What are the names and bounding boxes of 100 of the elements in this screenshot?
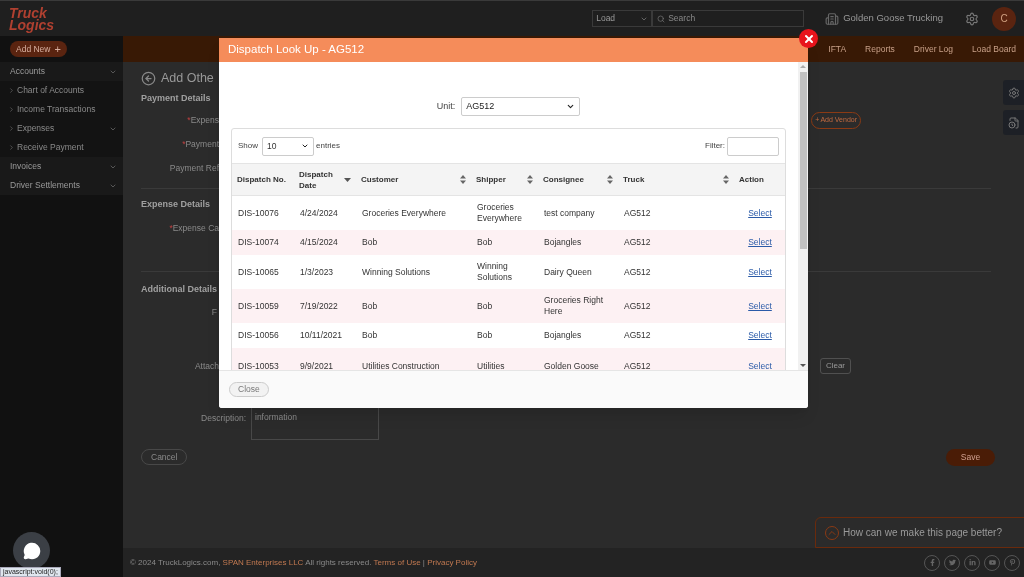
settings-icon[interactable] <box>965 11 979 26</box>
table-cell: Bob <box>477 330 493 341</box>
section-heading: Payment Details <box>141 92 211 106</box>
table-cell: 9/9/2021 <box>300 360 334 370</box>
nav-tab[interactable]: Load Board <box>972 42 1016 56</box>
column-header[interactable]: Dispatch No. <box>237 174 286 185</box>
table-cell: Bob <box>362 330 378 341</box>
select-link[interactable]: Select <box>748 360 772 370</box>
column-header[interactable]: Customer <box>361 174 399 185</box>
sort-icon <box>460 175 466 184</box>
column-header[interactable]: Shipper <box>476 174 506 185</box>
select-link[interactable]: Select <box>748 266 772 278</box>
field-label: *Expens <box>187 113 219 127</box>
save-button[interactable]: Save <box>946 448 995 466</box>
table-cell: 10/11/2021 <box>300 330 342 341</box>
table-cell: DIS-10076 <box>238 207 279 219</box>
table-cell: Dairy Queen <box>544 266 592 278</box>
select-link[interactable]: Select <box>748 237 772 248</box>
scroll-up-icon[interactable] <box>800 62 806 70</box>
privacy-link[interactable]: Privacy Policy <box>427 557 477 567</box>
building-icon <box>825 11 840 26</box>
scrollbar[interactable] <box>798 62 808 370</box>
feedback-tab[interactable]: How can we make this page better? <box>815 517 1024 548</box>
table-cell: Winning Solutions <box>362 266 431 278</box>
select-link[interactable]: Select <box>748 207 772 219</box>
clear-button[interactable]: Clear <box>819 358 851 374</box>
sort-icon <box>527 175 533 184</box>
field-label: *Expense Ca <box>169 221 219 235</box>
search-scope-select[interactable]: Load <box>592 10 653 27</box>
field-label: Attach <box>194 359 219 373</box>
table-cell: DIS-10053 <box>238 360 279 370</box>
filter-label: Filter: <box>705 140 725 152</box>
table-row[interactable]: DIS-10053 9/9/2021 Utilities Construction Utilities Golden Goose AG512 Select <box>232 348 785 370</box>
table-cell: Utilities Construction <box>362 360 440 370</box>
column-header[interactable]: Action <box>739 174 764 185</box>
sidebar-group[interactable]: Invoices <box>0 157 123 176</box>
company-link[interactable]: SPAN Enterprises LLC <box>222 557 304 567</box>
chat-icon <box>22 541 41 560</box>
settings-side-button[interactable] <box>1003 80 1024 105</box>
nav-tab[interactable]: IFTA <box>828 42 847 56</box>
select-link[interactable]: Select <box>748 300 772 312</box>
table-cell: 7/19/2022 <box>300 300 338 312</box>
chevron-down-icon <box>301 142 309 150</box>
chevron-down-icon <box>566 102 576 111</box>
column-header[interactable]: Dispatch Date <box>299 168 342 191</box>
table-cell: Bob <box>362 300 378 312</box>
table-cell: test company <box>544 207 595 219</box>
sort-icon <box>723 175 729 184</box>
table-cell: 4/15/2024 <box>300 237 338 248</box>
nav-tab[interactable]: Driver Log <box>913 42 954 56</box>
sidebar-group[interactable]: Accounts <box>0 62 123 81</box>
history-side-button[interactable] <box>1003 110 1024 135</box>
user-avatar[interactable]: C <box>992 6 1016 31</box>
chevron-right-icon <box>8 87 15 94</box>
table-cell: AG512 <box>624 237 651 248</box>
table-row[interactable]: DIS-10074 4/15/2024 Bob Bob Bojangles AG512 Select <box>232 230 785 255</box>
sort-icon <box>607 175 613 184</box>
unit-label: Unit: <box>436 99 456 113</box>
settings-icon <box>1007 86 1020 99</box>
table-cell: AG512 <box>624 300 651 312</box>
page-size-select[interactable]: 10 <box>262 136 314 156</box>
entries-label: entries <box>316 140 341 152</box>
company-name[interactable]: Golden Goose Trucking <box>843 11 943 26</box>
section-heading: Additional Details <box>141 283 217 297</box>
scroll-down-icon[interactable] <box>800 362 806 370</box>
table-cell: Bob <box>362 237 378 248</box>
copyright-text: © 2024 TruckLogics.com, SPAN Enterprises LLC All rights reserved. Terms of Use | Privacy Policy <box>130 556 477 569</box>
table-cell: AG512 <box>624 330 651 341</box>
unit-select[interactable]: AG512 <box>461 97 581 116</box>
table-cell: Bob <box>477 237 493 248</box>
sidebar-group[interactable]: Driver Settlements <box>0 176 123 195</box>
back-icon[interactable] <box>141 70 156 86</box>
document-clock-icon <box>1007 116 1020 129</box>
nav-tab[interactable]: Reports <box>865 42 895 56</box>
table-cell: DIS-10056 <box>238 330 279 341</box>
field-label: Payment Ref <box>169 161 219 175</box>
table-cell: AG512 <box>624 360 651 370</box>
search-field[interactable]: Search <box>652 10 805 27</box>
table-row[interactable]: DIS-10059 7/19/2022 Bob Bob Groceries Right Here AG512 Select <box>232 289 785 323</box>
table-cell-text: Winning Solutions <box>477 261 513 283</box>
close-button[interactable]: Close <box>229 382 269 397</box>
page-title: Add Othe <box>161 69 214 87</box>
section-heading: Expense Details <box>141 198 211 212</box>
column-header[interactable]: Truck <box>623 174 645 185</box>
chevron-right-icon <box>8 125 15 132</box>
select-link[interactable]: Select <box>748 330 772 341</box>
table-cell: DIS-10059 <box>238 300 279 312</box>
table-cell: DIS-10074 <box>238 237 279 248</box>
column-header[interactable]: Consignee <box>543 174 584 185</box>
terms-link[interactable]: Terms of Use <box>373 557 421 567</box>
table-cell: Groceries Everywhere <box>362 207 447 219</box>
filter-field[interactable] <box>727 136 779 156</box>
sort-descending-icon <box>344 177 351 182</box>
chevron-right-icon <box>8 106 15 113</box>
table-cell: 4/24/2024 <box>300 207 338 219</box>
field-label: Description: <box>201 412 246 425</box>
field-label: F <box>211 305 217 319</box>
show-label: Show <box>238 140 258 152</box>
add-new-button[interactable]: Add New + <box>10 41 67 57</box>
field-label: *Payment <box>182 137 219 151</box>
